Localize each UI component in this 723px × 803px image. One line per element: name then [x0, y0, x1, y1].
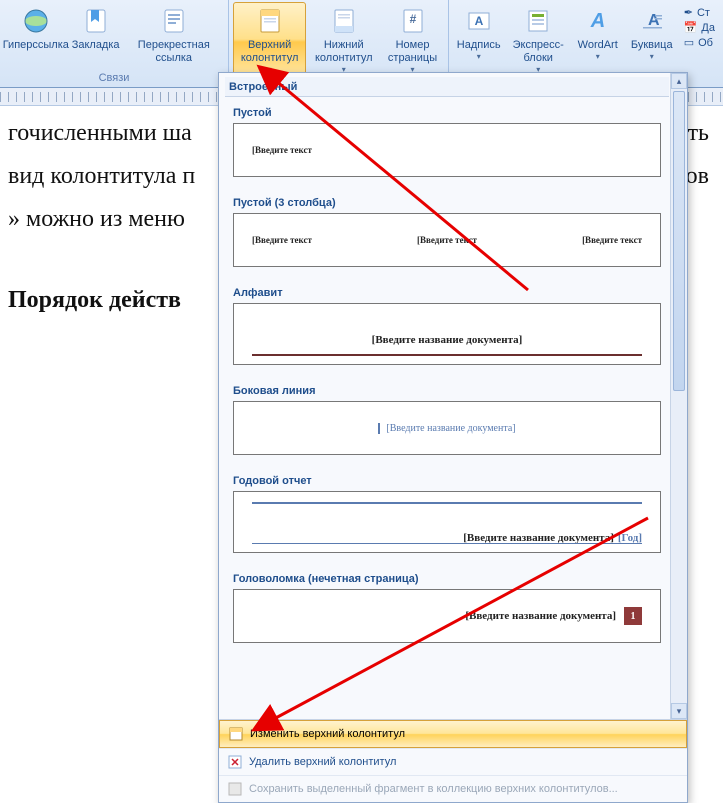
- placeholder-text: [Введите название документа]: [378, 423, 515, 434]
- wordart-icon: A: [582, 5, 614, 37]
- svg-text:A: A: [474, 14, 483, 28]
- preset-preview: [Введите название документа]: [233, 303, 661, 365]
- scroll-down-button[interactable]: ▾: [671, 703, 687, 719]
- crossref-icon: [158, 5, 190, 37]
- bookmark-button[interactable]: Закладка: [70, 2, 122, 55]
- label: Гиперссылка: [3, 39, 69, 52]
- signature-button[interactable]: ✒Ст: [684, 6, 715, 19]
- label: Номер страницы: [386, 39, 438, 65]
- doc-text: » можно из меню: [8, 206, 185, 232]
- preset-title: Годовой отчет: [233, 475, 661, 487]
- date-button[interactable]: 📅Да: [684, 21, 715, 34]
- ribbon-group-links: Гиперссылка Закладка Перекрестная ссылка…: [0, 0, 229, 87]
- footer-button[interactable]: Нижний колонтитул ▾: [308, 2, 379, 79]
- placeholder-text: [Введите текст: [582, 235, 642, 245]
- divider: [252, 502, 642, 504]
- chevron-down-icon: ▾: [596, 50, 600, 63]
- object-button[interactable]: ▭Об: [684, 36, 715, 49]
- dropcap-icon: A: [636, 5, 668, 37]
- label: Закладка: [72, 39, 120, 52]
- preset-puzzle[interactable]: Головоломка (нечетная страница) [Введите…: [225, 563, 669, 653]
- placeholder-text: [Введите название документа]: [372, 334, 523, 346]
- hyperlink-button[interactable]: Гиперссылка: [4, 2, 68, 55]
- gallery-category: Встроенный: [225, 77, 669, 97]
- chevron-down-icon: ▾: [477, 50, 481, 63]
- wordart-button[interactable]: A WordArt ▾: [572, 2, 624, 66]
- header-button[interactable]: Верхний колонтитул ▾: [233, 2, 306, 79]
- divider: [252, 354, 642, 356]
- preset-preview: [Введите текст [Введите текст [Введите т…: [233, 213, 661, 267]
- signature-icon: ✒: [684, 6, 693, 19]
- preset-annual[interactable]: Годовой отчет [Введите название документ…: [225, 465, 669, 563]
- group-label: Связи: [4, 70, 224, 87]
- placeholder-text: [Введите название документа]: [465, 610, 616, 622]
- label: Нижний колонтитул: [313, 39, 374, 65]
- preset-preview: [Введите название документа] 1: [233, 589, 661, 643]
- remove-header-item[interactable]: Удалить верхний колонтитул: [219, 748, 687, 775]
- globe-icon: [20, 5, 52, 37]
- label: Перекрестная ссылка: [129, 39, 219, 65]
- preset-preview: [Введите название документа] [Год]: [233, 491, 661, 553]
- header-gallery-dropdown: Встроенный Пустой [Введите текст Пустой …: [218, 72, 688, 803]
- placeholder-text: [Введите текст: [252, 145, 312, 155]
- label: Изменить верхний колонтитул: [250, 728, 405, 740]
- textbox-icon: A: [463, 5, 495, 37]
- svg-text:#: #: [409, 12, 416, 26]
- preset-title: Алфавит: [233, 287, 661, 299]
- edit-header-item[interactable]: Изменить верхний колонтитул: [219, 720, 687, 748]
- preset-title: Боковая линия: [233, 385, 661, 397]
- preset-alphabet[interactable]: Алфавит [Введите название документа]: [225, 277, 669, 375]
- remove-header-icon: [227, 754, 243, 770]
- save-icon: [227, 781, 243, 797]
- doc-text: вид колонтитула п: [8, 163, 195, 190]
- preset-preview: [Введите название документа]: [233, 401, 661, 455]
- label: Сохранить выделенный фрагмент в коллекци…: [249, 783, 618, 795]
- scroll-thumb[interactable]: [673, 91, 685, 391]
- save-selection-item: Сохранить выделенный фрагмент в коллекци…: [219, 775, 687, 802]
- preset-title: Головоломка (нечетная страница): [233, 573, 661, 585]
- svg-text:A: A: [648, 12, 660, 29]
- preset-3col[interactable]: Пустой (3 столбца) [Введите текст [Введи…: [225, 187, 669, 277]
- doc-text: гочисленными ша: [8, 120, 192, 147]
- edit-header-icon: [228, 726, 244, 742]
- doc-heading: Порядок действ: [8, 287, 181, 313]
- scroll-up-button[interactable]: ▴: [671, 73, 687, 89]
- pagenum-button[interactable]: # Номер страницы ▾: [381, 2, 443, 79]
- dropcap-button[interactable]: A Буквица ▾: [626, 2, 678, 66]
- quickparts-button[interactable]: Экспресс-блоки ▾: [507, 2, 570, 79]
- preset-title: Пустой: [233, 107, 661, 119]
- preset-empty[interactable]: Пустой [Введите текст: [225, 97, 669, 187]
- chevron-down-icon: ▾: [650, 50, 654, 63]
- calendar-icon: 📅: [684, 21, 698, 34]
- preset-title: Пустой (3 столбца): [233, 197, 661, 209]
- textbox-button[interactable]: A Надпись ▾: [453, 2, 505, 66]
- label: Удалить верхний колонтитул: [249, 756, 396, 768]
- placeholder-text: [Введите текст: [252, 235, 312, 245]
- svg-text:A: A: [589, 10, 604, 32]
- footer-icon: [328, 5, 360, 37]
- gallery-footer: Изменить верхний колонтитул Удалить верх…: [219, 720, 687, 802]
- label: Экспресс-блоки: [512, 39, 565, 65]
- placeholder-text: [Введите текст: [417, 235, 477, 245]
- header-icon: [254, 5, 286, 37]
- divider: [252, 543, 642, 544]
- ribbon-small-right: ✒Ст 📅Да ▭Об: [680, 2, 719, 53]
- crossref-button[interactable]: Перекрестная ссылка: [124, 2, 224, 68]
- doc-text: ов: [686, 163, 709, 190]
- quickparts-icon: [522, 5, 554, 37]
- page-number-box: 1: [624, 607, 642, 625]
- label: Верхний колонтитул: [238, 39, 301, 65]
- pagenum-icon: #: [397, 5, 429, 37]
- object-icon: ▭: [684, 36, 694, 49]
- gallery-scroll: Встроенный Пустой [Введите текст Пустой …: [219, 73, 687, 720]
- preset-sideline[interactable]: Боковая линия [Введите название документ…: [225, 375, 669, 465]
- bookmark-icon: [80, 5, 112, 37]
- scrollbar[interactable]: ▴ ▾: [670, 73, 687, 719]
- preset-preview: [Введите текст: [233, 123, 661, 177]
